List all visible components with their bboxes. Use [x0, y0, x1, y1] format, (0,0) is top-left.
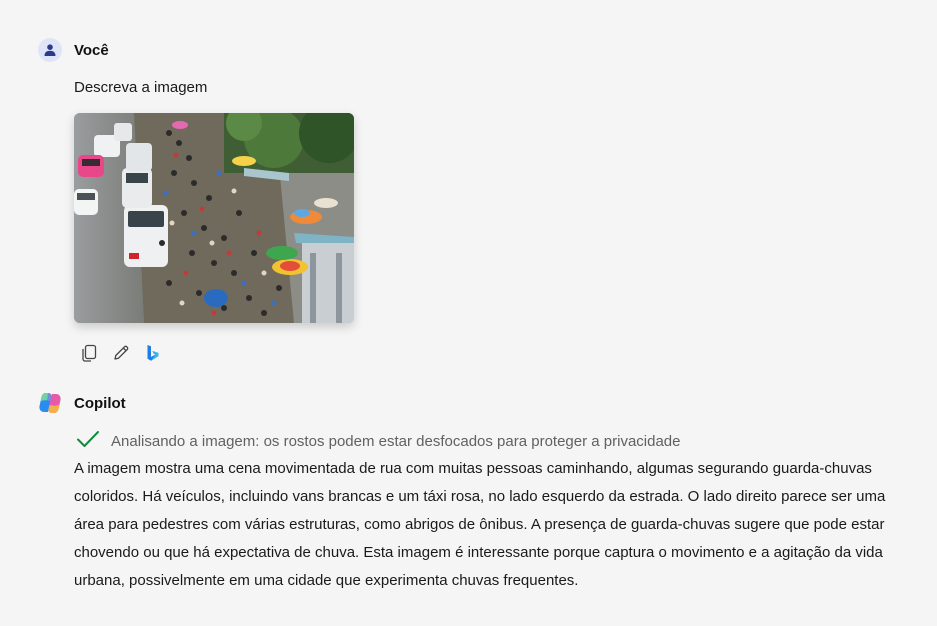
user-sender-name: Você — [74, 41, 109, 59]
chat-page: Você Descreva a imagem Copilot Analisand… — [0, 0, 937, 626]
copilot-sender-name: Copilot — [74, 394, 126, 412]
person-icon — [38, 38, 62, 62]
copilot-message-header: Copilot — [38, 391, 126, 415]
user-message-header: Você — [38, 38, 109, 62]
uploaded-street-photo[interactable] — [74, 113, 354, 323]
checkmark-icon — [76, 430, 100, 453]
copy-icon[interactable] — [79, 343, 99, 363]
analysis-status: Analisando a imagem: os rostos podem est… — [76, 430, 681, 453]
user-message-actions — [79, 343, 175, 363]
bing-icon[interactable] — [143, 343, 163, 363]
copilot-answer-text: A imagem mostra uma cena movimentada de … — [74, 460, 886, 589]
copilot-logo-icon — [38, 391, 62, 415]
analysis-status-text: Analisando a imagem: os rostos podem est… — [111, 433, 681, 450]
user-message-text: Descreva a imagem — [74, 79, 208, 96]
edit-pencil-icon[interactable] — [111, 343, 131, 363]
